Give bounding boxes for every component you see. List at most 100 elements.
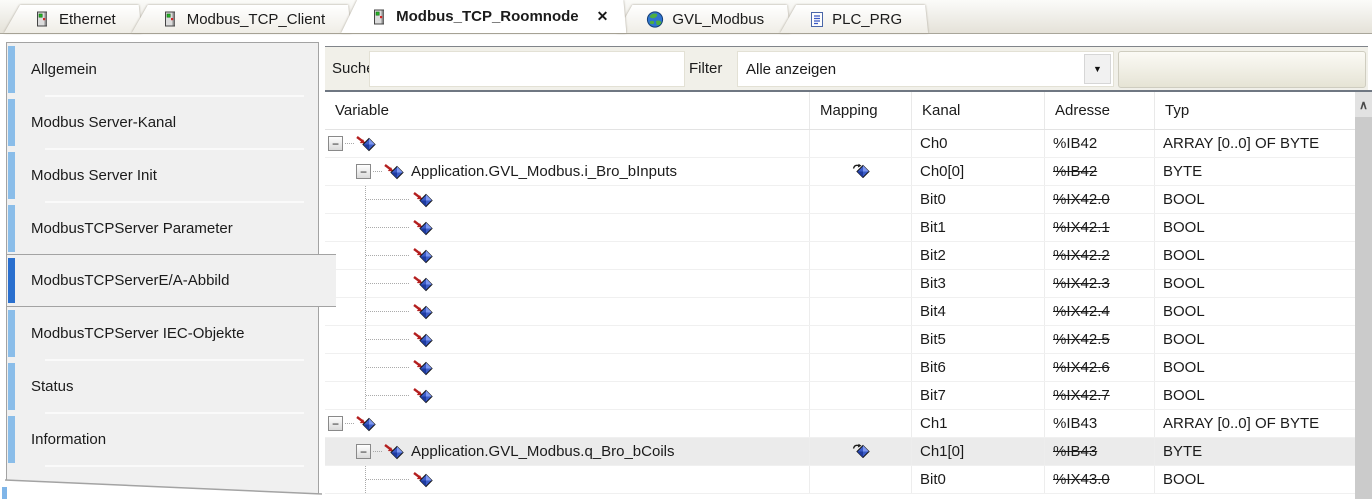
cell-adresse: %IB42 (1045, 130, 1155, 157)
tree-expander[interactable]: − (356, 164, 371, 179)
tree-expander[interactable]: − (328, 136, 343, 151)
cell-mapping (810, 382, 912, 409)
cell-mapping (810, 186, 912, 213)
tab-label: Ethernet (59, 10, 116, 28)
sidebar-item-label: Modbus Server-Kanal (31, 114, 177, 131)
table-row[interactable]: Bit6 %IX42.6 BOOL (325, 354, 1355, 382)
toolbar-extra-button[interactable] (1118, 51, 1366, 88)
sidebar-item-modbustcpserver-iec-objekte[interactable]: ModbusTCPServer IEC-Objekte (7, 307, 318, 361)
adresse-value: %IX42.1 (1053, 219, 1110, 236)
tree-expander[interactable]: − (356, 444, 371, 459)
cell-kanal: Bit3 (912, 270, 1045, 297)
table-row[interactable]: Bit1 %IX42.1 BOOL (325, 214, 1355, 242)
sidebar-item-modbustcpserver-parameter[interactable]: ModbusTCPServer Parameter (7, 202, 318, 256)
io-variable-icon (413, 191, 433, 208)
io-variable-icon (356, 135, 376, 152)
cell-variable (325, 298, 810, 325)
column-header-mapping[interactable]: Mapping (810, 92, 912, 129)
cell-variable (325, 270, 810, 297)
table-row[interactable]: − Ch1 %IB43 ARRAY [0..0] OF BYTE (325, 410, 1355, 438)
table-row[interactable]: Bit3 %IX42.3 BOOL (325, 270, 1355, 298)
cell-adresse: %IX42.3 (1045, 270, 1155, 297)
cell-mapping (810, 410, 912, 437)
cell-adresse: %IX42.0 (1045, 186, 1155, 213)
cell-mapping (810, 130, 912, 157)
adresse-value: %IX42.0 (1053, 191, 1110, 208)
sidebar-item-status[interactable]: Status (7, 360, 318, 414)
table-scrollbar[interactable]: ∧ (1355, 92, 1372, 499)
table-row[interactable]: − Ch0 %IB42 ARRAY [0..0] OF BYTE (325, 130, 1355, 158)
table-row[interactable]: Bit7 %IX42.7 BOOL (325, 382, 1355, 410)
tab-gvl-modbus[interactable]: GVL_Modbus (616, 5, 790, 33)
tab-label: Modbus_TCP_Client (186, 10, 326, 28)
io-variable-icon (413, 331, 433, 348)
cell-kanal: Bit5 (912, 326, 1045, 353)
tree-connector (365, 242, 413, 269)
adresse-value: %IX42.2 (1053, 247, 1110, 264)
cell-typ: BOOL (1163, 191, 1205, 208)
tree-connector (365, 354, 413, 381)
cell-kanal: Bit2 (912, 242, 1045, 269)
cell-typ: ARRAY [0..0] OF BYTE (1163, 415, 1320, 432)
adresse-value: %IB43 (1053, 415, 1098, 432)
chevron-up-icon: ∧ (1359, 97, 1368, 112)
cell-adresse: %IX43.0 (1045, 466, 1155, 493)
globe-icon (646, 11, 664, 28)
io-variable-icon (413, 247, 433, 264)
cell-typ: BOOL (1163, 247, 1205, 264)
sidebar-item-modbus-server-kanal[interactable]: Modbus Server-Kanal (7, 96, 318, 150)
filter-combobox[interactable]: Alle anzeigen ▼ (737, 51, 1114, 87)
cell-typ: BOOL (1163, 331, 1205, 348)
table-row[interactable]: − Application.GVL_Modbus.q_Bro_bCoils Ch1[… (325, 438, 1355, 466)
device-icon (162, 11, 179, 27)
column-header-kanal[interactable]: Kanal (912, 92, 1045, 129)
cell-variable (325, 242, 810, 269)
table-row[interactable]: Bit0 %IX43.0 BOOL (325, 466, 1355, 494)
tree-dots (345, 143, 354, 144)
cell-typ: BOOL (1163, 471, 1205, 488)
table-header: Variable Mapping Kanal Adresse Typ (325, 92, 1355, 130)
sidebar-item-label: ModbusTCPServerE/A-Abbild (31, 272, 230, 289)
column-header-typ[interactable]: Typ (1155, 92, 1355, 129)
cell-typ: BYTE (1163, 163, 1203, 180)
io-variable-icon (413, 471, 433, 488)
tree-expander[interactable]: − (328, 416, 343, 431)
cell-mapping (810, 270, 912, 297)
cell-typ: BOOL (1163, 387, 1205, 404)
table-row[interactable]: Bit5 %IX42.5 BOOL (325, 326, 1355, 354)
tab-ethernet[interactable]: Ethernet (4, 5, 142, 33)
tree-dots (373, 171, 382, 172)
cell-adresse: %IX42.5 (1045, 326, 1155, 353)
column-header-adresse[interactable]: Adresse (1045, 92, 1155, 129)
table-row[interactable]: Bit2 %IX42.2 BOOL (325, 242, 1355, 270)
cell-variable (325, 466, 810, 493)
adresse-value: %IX42.7 (1053, 387, 1110, 404)
scrollbar-thumb[interactable] (1355, 117, 1372, 499)
table-row[interactable]: Bit4 %IX42.4 BOOL (325, 298, 1355, 326)
cell-mapping (810, 158, 912, 185)
tab-modbus-tcp-roomnode[interactable]: Modbus_TCP_Roomnode ✕ (341, 0, 626, 33)
sidebar-item-modbustcpservere-a-abbild[interactable]: ModbusTCPServerE/A-Abbild (7, 254, 336, 307)
tree-dots (345, 423, 354, 424)
scroll-up-button[interactable]: ∧ (1355, 92, 1372, 117)
column-header-variable[interactable]: Variable (325, 92, 810, 129)
tab-modbus-tcp-client[interactable]: Modbus_TCP_Client (132, 5, 351, 33)
sidebar-item-information[interactable]: Information (7, 413, 318, 467)
adresse-value: %IX42.4 (1053, 303, 1110, 320)
cell-adresse: %IB42 (1045, 158, 1155, 185)
tab-close-button[interactable]: ✕ (595, 8, 611, 25)
io-variable-icon (413, 275, 433, 292)
cell-variable (325, 326, 810, 353)
document-icon (810, 11, 824, 28)
filter-dropdown-button[interactable]: ▼ (1084, 54, 1111, 84)
cell-variable (325, 382, 810, 409)
cell-mapping (810, 438, 912, 465)
table-row[interactable]: − Application.GVL_Modbus.i_Bro_bInputs Ch0… (325, 158, 1355, 186)
table-row[interactable]: Bit0 %IX42.0 BOOL (325, 186, 1355, 214)
cell-variable: − Application.GVL_Modbus.i_Bro_bInputs (325, 158, 810, 185)
search-input[interactable] (369, 51, 685, 87)
sidebar-item-modbus-server-init[interactable]: Modbus Server Init (7, 149, 318, 203)
adresse-value: %IX42.6 (1053, 359, 1110, 376)
sidebar-item-allgemein[interactable]: Allgemein (7, 43, 318, 97)
tab-plc-prg[interactable]: PLC_PRG (780, 5, 928, 33)
